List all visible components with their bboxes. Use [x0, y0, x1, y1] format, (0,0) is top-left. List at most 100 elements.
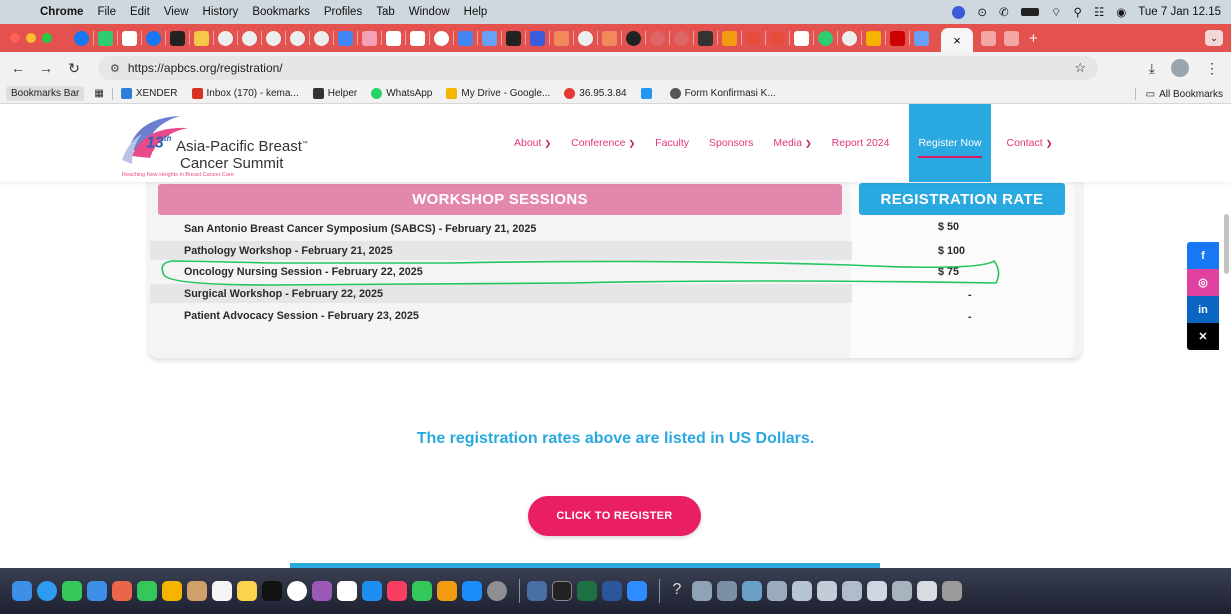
facebook-icon[interactable]: f: [1187, 242, 1219, 269]
messages-icon[interactable]: [62, 581, 82, 601]
tab-close-icon[interactable]: ×: [953, 33, 961, 48]
window-zoom-button[interactable]: [42, 33, 52, 43]
tab-search-chevron-icon[interactable]: ⌄: [1205, 30, 1223, 46]
wifi-icon[interactable]: ⌔: [1051, 5, 1062, 20]
menu-app-name[interactable]: Chrome: [40, 6, 83, 18]
linkedin-icon[interactable]: in: [1187, 296, 1219, 323]
photos-icon[interactable]: [162, 581, 182, 601]
tab-icon[interactable]: [746, 30, 761, 46]
bookmark-item[interactable]: Helper: [312, 88, 357, 99]
recent-file-icon[interactable]: [717, 581, 737, 601]
window-minimize-button[interactable]: [26, 33, 36, 43]
apple-tv-icon[interactable]: [262, 581, 282, 601]
bookmark-item[interactable]: XENDER: [120, 88, 178, 99]
tab-icon[interactable]: [842, 30, 857, 46]
tab-icon[interactable]: [314, 30, 329, 46]
safari-icon[interactable]: [37, 581, 57, 601]
control-center-icon[interactable]: ☷: [1094, 5, 1104, 19]
pages-icon[interactable]: [437, 581, 457, 601]
recent-file-icon[interactable]: [742, 581, 762, 601]
siri-icon[interactable]: ◉: [1116, 5, 1126, 19]
tab-docs-icon[interactable]: [338, 30, 353, 46]
back-arrow-icon[interactable]: ←: [8, 60, 28, 76]
tab-icon[interactable]: [602, 30, 617, 46]
menubar-clock[interactable]: Tue 7 Jan 12.15: [1138, 6, 1221, 18]
numbers-icon[interactable]: [412, 581, 432, 601]
recent-file-icon[interactable]: [892, 581, 912, 601]
recent-file-icon[interactable]: [767, 581, 787, 601]
reload-icon[interactable]: ↻: [64, 60, 84, 77]
menu-tab[interactable]: Tab: [376, 6, 395, 18]
screen-sharing-icon[interactable]: [527, 581, 547, 601]
bookmark-item[interactable]: WhatsApp: [371, 88, 432, 99]
nav-conference[interactable]: Conference ❯: [571, 137, 635, 149]
tab-icon[interactable]: [674, 30, 689, 46]
profile-avatar[interactable]: [1171, 59, 1189, 77]
download-icon[interactable]: ⤓: [1149, 60, 1155, 77]
bookmark-item[interactable]: Form Konfirmasi K...: [669, 88, 776, 99]
window-close-button[interactable]: [10, 33, 20, 43]
tab-icon[interactable]: [818, 30, 833, 46]
chrome-menu-icon[interactable]: ⋮: [1205, 60, 1219, 77]
zoom-icon[interactable]: [627, 581, 647, 601]
finder-icon[interactable]: [12, 581, 32, 601]
tab-icon[interactable]: [482, 30, 497, 46]
zoom-status-icon[interactable]: [952, 5, 966, 19]
menu-history[interactable]: History: [203, 6, 239, 18]
tab-gmail-icon[interactable]: [386, 30, 401, 46]
tab-icon[interactable]: [698, 30, 713, 46]
bookmark-item[interactable]: 36.95.3.84: [564, 88, 627, 99]
recent-file-icon[interactable]: [867, 581, 887, 601]
bookmark-item[interactable]: My Drive - Google...: [446, 88, 550, 99]
tab-icon[interactable]: [218, 30, 233, 46]
music-icon[interactable]: [387, 581, 407, 601]
nav-report-2024[interactable]: Report 2024: [832, 137, 890, 149]
tab-icon[interactable]: [98, 30, 113, 46]
tab-icon[interactable]: [290, 30, 305, 46]
nav-sponsors[interactable]: Sponsors: [709, 137, 753, 149]
tab-youtube-icon[interactable]: [890, 30, 905, 46]
tab-gmail-icon[interactable]: [122, 30, 137, 46]
app-store-icon[interactable]: [462, 581, 482, 601]
keynote-icon[interactable]: [362, 581, 382, 601]
battery-icon[interactable]: [1020, 8, 1039, 16]
menu-profiles[interactable]: Profiles: [324, 6, 362, 18]
bookmark-star-icon[interactable]: ☆: [1074, 60, 1086, 76]
recent-file-icon[interactable]: [692, 581, 712, 601]
podcasts-icon[interactable]: [312, 581, 332, 601]
reminders-icon[interactable]: [212, 581, 232, 601]
nav-register-now[interactable]: Register Now: [909, 104, 991, 182]
tab-icon[interactable]: [266, 30, 281, 46]
tab-icon[interactable]: [554, 30, 569, 46]
forward-arrow-icon[interactable]: →: [36, 60, 56, 76]
site-logo[interactable]: 13th Asia-Pacific Breast™ Cancer Summit …: [118, 112, 348, 178]
bookmark-item[interactable]: [640, 88, 656, 99]
tab-icon[interactable]: [914, 30, 929, 46]
site-info-icon[interactable]: ⚙: [110, 62, 120, 75]
screen-record-icon[interactable]: ⊙: [977, 5, 987, 19]
calendar-icon[interactable]: [337, 581, 357, 601]
tab-icon[interactable]: [650, 30, 665, 46]
tab-drive-icon[interactable]: [866, 30, 881, 46]
tab-google-icon[interactable]: [434, 30, 449, 46]
system-settings-icon[interactable]: [487, 581, 507, 601]
menu-view[interactable]: View: [164, 6, 189, 18]
recent-file-icon[interactable]: [817, 581, 837, 601]
terminal-icon[interactable]: [552, 581, 572, 601]
tab-icon[interactable]: [578, 30, 593, 46]
tab-icon[interactable]: [242, 30, 257, 46]
notes-icon[interactable]: [237, 581, 257, 601]
tab-icon[interactable]: [626, 30, 641, 46]
url-text[interactable]: https://apbcs.org/registration/: [128, 61, 283, 75]
word-icon[interactable]: [602, 581, 622, 601]
menu-help[interactable]: Help: [464, 6, 488, 18]
tab-icon[interactable]: [981, 30, 996, 46]
active-tab[interactable]: ×: [941, 28, 973, 52]
tab-icon[interactable]: [770, 30, 785, 46]
new-tab-button[interactable]: +: [1029, 30, 1038, 47]
bookmarks-bar-label[interactable]: Bookmarks Bar: [6, 86, 85, 101]
mail-icon[interactable]: [87, 581, 107, 601]
nav-contact[interactable]: Contact ❯: [1007, 137, 1053, 149]
tab-facebook-icon[interactable]: [74, 30, 89, 46]
address-bar[interactable]: ⚙ https://apbcs.org/registration/ ☆: [98, 56, 1098, 80]
